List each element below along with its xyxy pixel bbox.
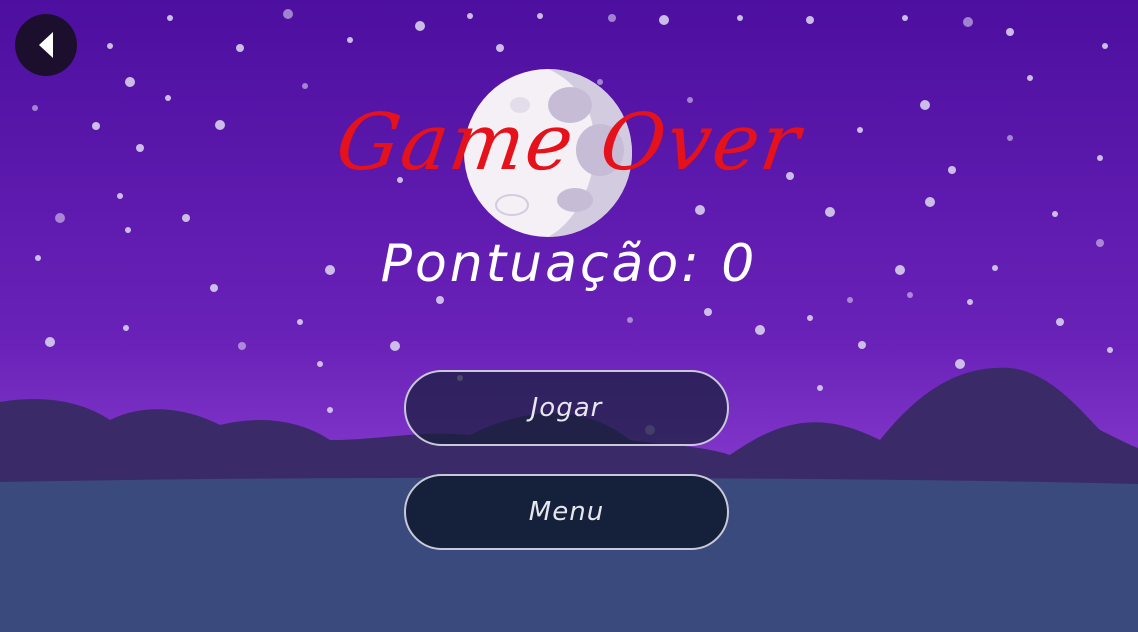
star [963, 17, 973, 27]
menu-button[interactable]: Menu [404, 474, 729, 550]
star [967, 299, 973, 305]
star [236, 44, 244, 52]
back-arrow-icon [39, 32, 53, 58]
star [167, 15, 173, 21]
star [806, 16, 814, 24]
star [302, 83, 308, 89]
star [807, 315, 813, 321]
star [817, 385, 823, 391]
star [390, 341, 400, 351]
star [1006, 28, 1014, 36]
star [123, 325, 129, 331]
star [1027, 75, 1033, 81]
score-text: Pontuação: 0 [380, 234, 758, 294]
star [125, 77, 135, 87]
star [117, 193, 123, 199]
star [704, 308, 712, 316]
star [55, 213, 65, 223]
star [608, 14, 616, 22]
star [1052, 211, 1058, 217]
star [125, 227, 131, 233]
star [537, 13, 543, 19]
star [627, 317, 633, 323]
star [415, 21, 425, 31]
star [955, 359, 965, 369]
star [1056, 318, 1064, 326]
star [858, 341, 866, 349]
star [297, 319, 303, 325]
star [317, 361, 323, 367]
play-button-label: Jogar [530, 393, 603, 423]
star [1107, 347, 1113, 353]
play-button[interactable]: Jogar [404, 370, 729, 446]
star [238, 342, 246, 350]
star [327, 407, 333, 413]
star [182, 214, 190, 222]
game-over-title: Game Over [331, 98, 807, 188]
star [107, 43, 113, 49]
star [737, 15, 743, 21]
star [925, 197, 935, 207]
star [347, 37, 353, 43]
star [825, 207, 835, 217]
star [902, 15, 908, 21]
star [695, 205, 705, 215]
back-button[interactable] [15, 14, 77, 76]
star [597, 79, 603, 85]
star [847, 297, 853, 303]
star [659, 15, 669, 25]
star [496, 44, 504, 52]
star [755, 325, 765, 335]
star [283, 9, 293, 19]
star [436, 296, 444, 304]
star [45, 337, 55, 347]
menu-button-label: Menu [528, 497, 605, 527]
star [1102, 43, 1108, 49]
star [467, 13, 473, 19]
